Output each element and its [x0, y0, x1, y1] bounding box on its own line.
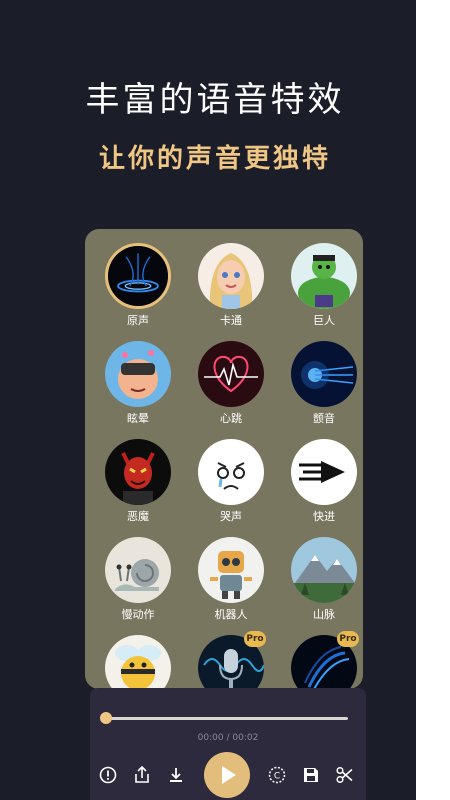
effect-item-slow-motion[interactable]: 慢动作	[95, 531, 185, 627]
effect-item-original[interactable]: 原声	[95, 237, 185, 333]
bee-icon	[105, 635, 171, 689]
effect-label: 眩晕	[127, 412, 149, 425]
scissors-icon[interactable]	[335, 765, 355, 785]
time-display: 00:00 / 00:02	[197, 733, 259, 743]
mountain-icon	[291, 537, 357, 603]
heartbeat-icon	[198, 341, 264, 407]
fast-forward-icon	[291, 439, 357, 505]
vibrato-icon	[291, 341, 357, 407]
effect-label: 卡通	[220, 314, 242, 327]
voice-change-icon[interactable]: C	[267, 765, 287, 785]
effect-item-sound-wave[interactable]: Pro	[281, 629, 363, 689]
download-icon[interactable]	[166, 765, 186, 785]
page-subtitle: 让你的声音更独特	[98, 144, 331, 174]
effect-label: 恶魔	[127, 510, 149, 523]
effect-item-demon[interactable]: 恶魔	[95, 433, 185, 529]
effect-item-cartoon[interactable]: 卡通	[188, 237, 278, 333]
effect-item-giant[interactable]: 巨人	[281, 237, 363, 333]
play-icon	[222, 766, 236, 784]
pro-badge: Pro	[244, 631, 266, 647]
original-sound-icon	[105, 243, 171, 309]
demon-icon	[105, 439, 171, 505]
share-icon[interactable]	[132, 765, 152, 785]
effect-item-fast-forward[interactable]: 快进	[281, 433, 363, 529]
play-button[interactable]	[204, 752, 250, 798]
progress-track[interactable]	[106, 717, 348, 720]
effects-panel: 原声 卡通 巨人 眩晕 心跳 颤音 恶魔 哭声 快进 慢动作 机器人 山脉 Pr…	[85, 229, 363, 689]
robot-icon	[198, 537, 264, 603]
svg-text:C: C	[274, 772, 280, 782]
effect-label: 原声	[127, 314, 149, 327]
cartoon-girl-icon	[198, 243, 264, 309]
effect-item-dizzy[interactable]: 眩晕	[95, 335, 185, 431]
effect-item-heartbeat[interactable]: 心跳	[188, 335, 278, 431]
effect-item-microphone[interactable]: Pro	[188, 629, 278, 689]
effect-label: 颤音	[313, 412, 335, 425]
effect-label: 山脉	[313, 608, 335, 621]
effect-label: 机器人	[214, 608, 248, 621]
giant-hulk-icon	[291, 243, 357, 309]
effect-label: 哭声	[220, 510, 242, 523]
effect-label: 巨人	[313, 314, 335, 327]
effect-item-robot[interactable]: 机器人	[188, 531, 278, 627]
effect-label: 慢动作	[121, 608, 155, 621]
effect-item-mountain[interactable]: 山脉	[281, 531, 363, 627]
audio-player: 00:00 / 00:02 C	[90, 688, 366, 800]
effect-item-crying[interactable]: 哭声	[188, 433, 278, 529]
snail-icon	[105, 537, 171, 603]
progress-knob[interactable]	[100, 712, 112, 724]
save-icon[interactable]	[301, 765, 321, 785]
page-title: 丰富的语音特效	[85, 80, 345, 120]
effect-item-vibrato[interactable]: 颤音	[281, 335, 363, 431]
effect-label: 快进	[313, 510, 335, 523]
effect-label: 心跳	[220, 412, 242, 425]
effect-item-bee[interactable]	[95, 629, 185, 689]
dizzy-face-icon	[105, 341, 171, 407]
info-icon[interactable]	[98, 765, 118, 785]
crying-face-icon	[198, 439, 264, 505]
pro-badge: Pro	[337, 631, 359, 647]
